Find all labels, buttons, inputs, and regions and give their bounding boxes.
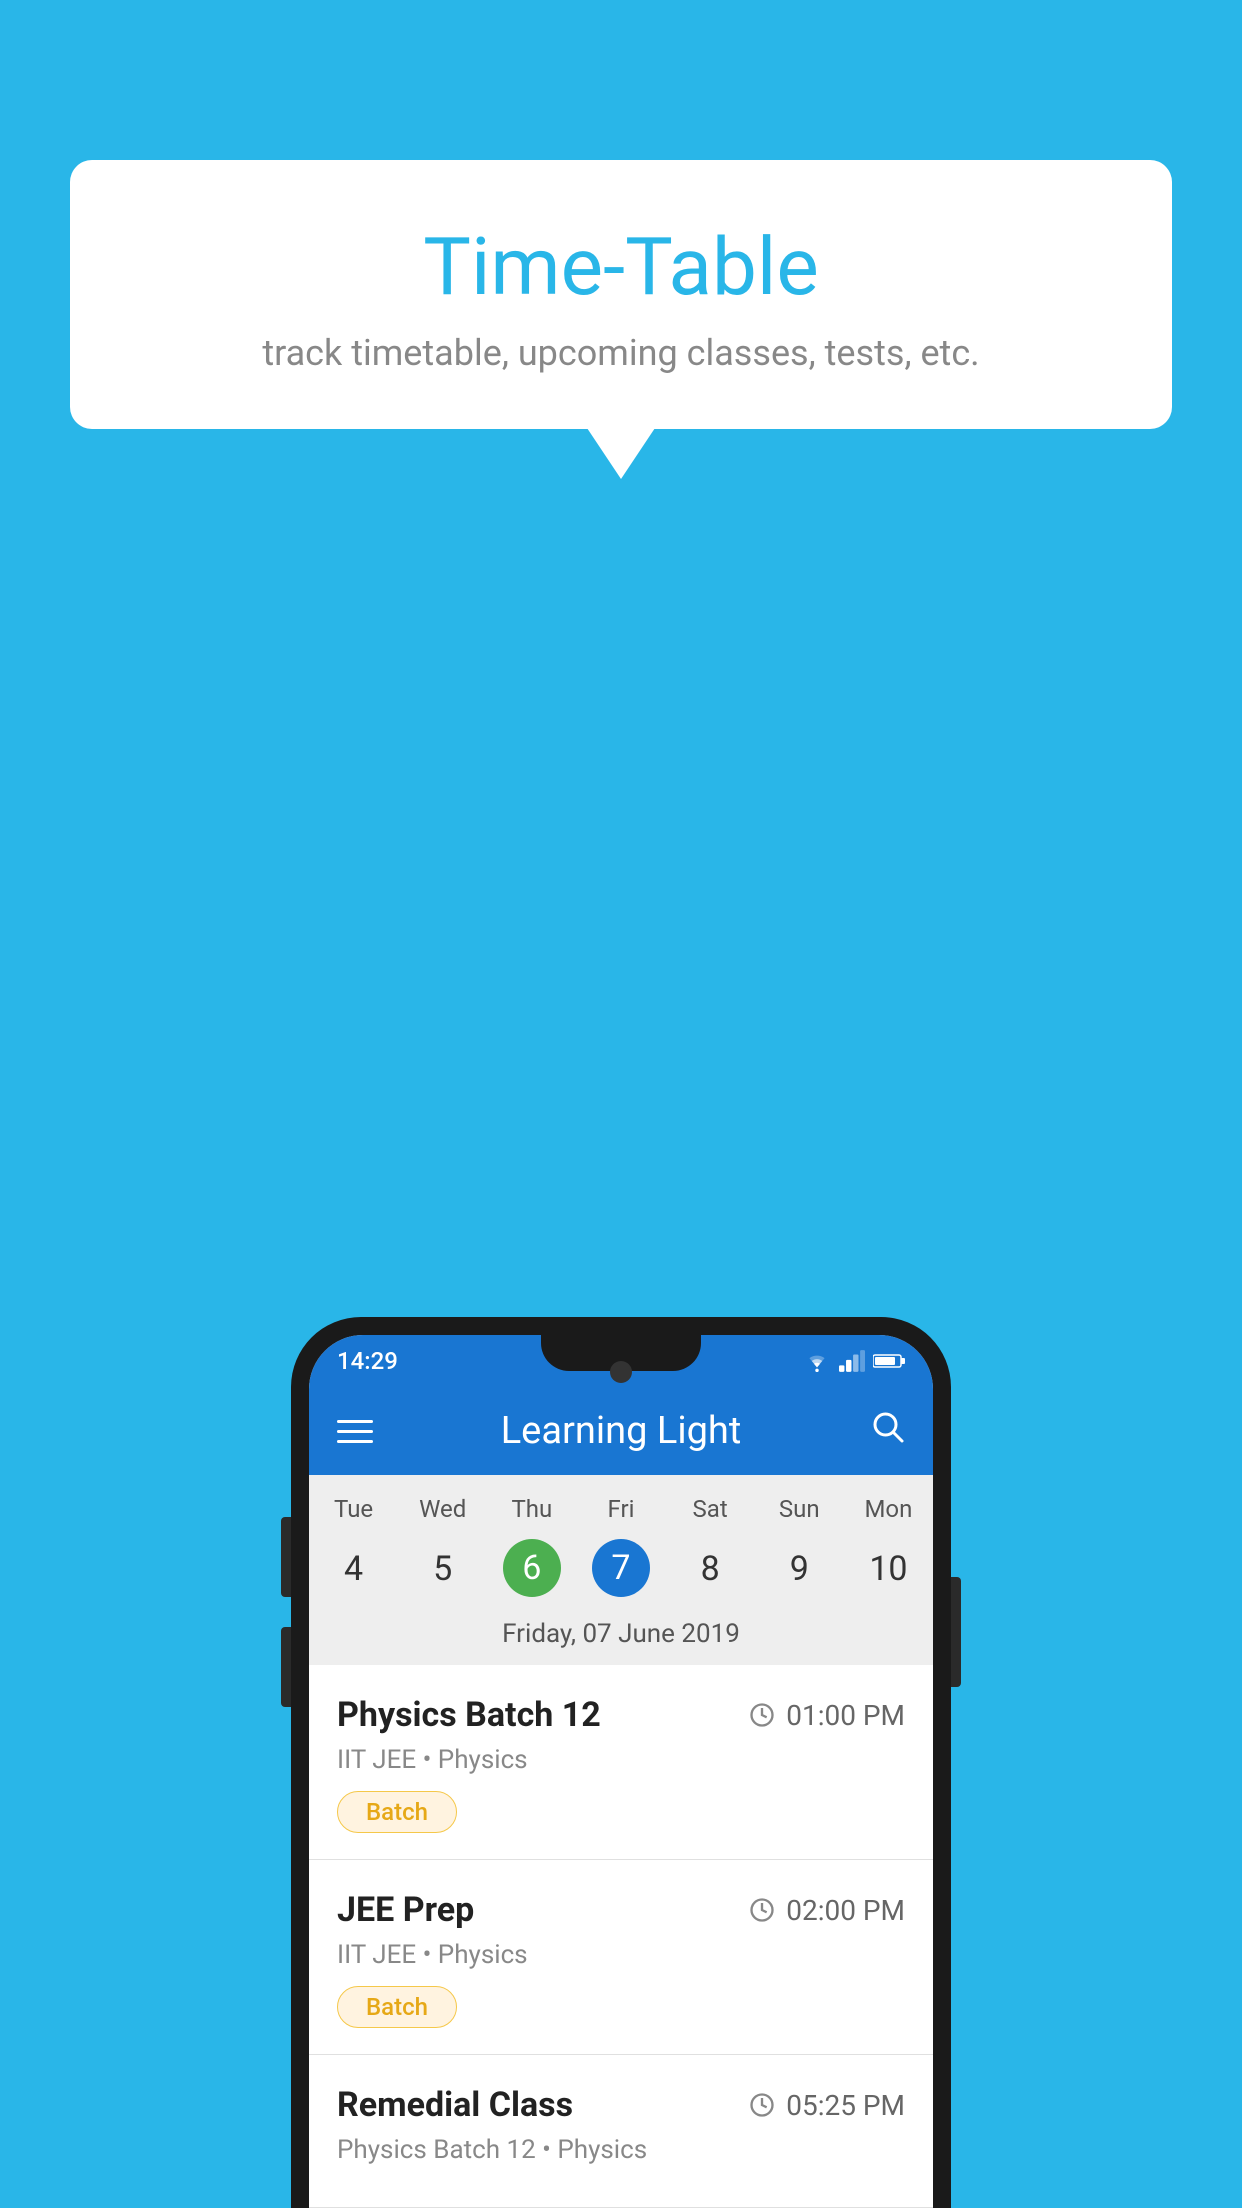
day-header-wed: Wed: [398, 1487, 487, 1531]
clock-icon-3: [748, 2091, 776, 2119]
clock-icon-1: [748, 1701, 776, 1729]
day-9[interactable]: 9: [755, 1539, 844, 1599]
schedule-item-2[interactable]: JEE Prep 02:00 PM IIT JEE • Physics Batc…: [309, 1860, 933, 2055]
day-4[interactable]: 4: [309, 1539, 398, 1599]
schedule-item-3-time: 05:25 PM: [748, 2089, 905, 2122]
battery-icon: [873, 1351, 905, 1371]
schedule-item-1-time-text: 01:00 PM: [786, 1699, 905, 1732]
schedule-item-3[interactable]: Remedial Class 05:25 PM Physics Batch 12…: [309, 2055, 933, 2208]
day-header-tue: Tue: [309, 1487, 398, 1531]
volume-up-button: [281, 1517, 291, 1597]
day-5[interactable]: 5: [398, 1539, 487, 1599]
schedule-item-1-badge: Batch: [337, 1791, 457, 1833]
day-6-today[interactable]: 6: [503, 1539, 561, 1597]
schedule-item-1-sub: IIT JEE • Physics: [337, 1745, 905, 1775]
phone-outer: 14:29: [291, 1317, 951, 2208]
schedule-item-1-time: 01:00 PM: [748, 1699, 905, 1732]
phone-screen: 14:29: [309, 1335, 933, 2208]
day-header-sun: Sun: [755, 1487, 844, 1531]
schedule-item-2-time-text: 02:00 PM: [786, 1894, 905, 1927]
menu-icon[interactable]: [337, 1420, 373, 1443]
day-headers: Tue Wed Thu Fri Sat Sun Mon: [309, 1487, 933, 1531]
wifi-icon: [803, 1350, 831, 1372]
app-title: Time-Table: [130, 220, 1112, 314]
day-numbers: 4 5 6 7 8 9 10: [309, 1539, 933, 1599]
calendar-week: Tue Wed Thu Fri Sat Sun Mon 4 5 6 7 8 9 …: [309, 1475, 933, 1665]
signal-icon: [839, 1350, 865, 1372]
phone-notch: [541, 1335, 701, 1371]
schedule-item-3-time-text: 05:25 PM: [786, 2089, 905, 2122]
day-7-selected[interactable]: 7: [592, 1539, 650, 1597]
schedule-item-2-title: JEE Prep: [337, 1890, 474, 1930]
schedule-item-1-header: Physics Batch 12 01:00 PM: [337, 1695, 905, 1735]
schedule-item-3-header: Remedial Class 05:25 PM: [337, 2085, 905, 2125]
schedule-item-1[interactable]: Physics Batch 12 01:00 PM IIT JEE • Phys…: [309, 1665, 933, 1860]
day-header-mon: Mon: [844, 1487, 933, 1531]
app-subtitle: track timetable, upcoming classes, tests…: [130, 332, 1112, 374]
day-header-thu: Thu: [487, 1487, 576, 1531]
schedule-list: Physics Batch 12 01:00 PM IIT JEE • Phys…: [309, 1665, 933, 2208]
status-time: 14:29: [337, 1347, 398, 1375]
speech-bubble-container: Time-Table track timetable, upcoming cla…: [70, 160, 1172, 429]
schedule-item-3-sub: Physics Batch 12 • Physics: [337, 2135, 905, 2165]
front-camera: [610, 1361, 632, 1383]
schedule-item-3-title: Remedial Class: [337, 2085, 573, 2125]
day-header-fri: Fri: [576, 1487, 665, 1531]
search-icon[interactable]: [869, 1408, 905, 1454]
speech-bubble: Time-Table track timetable, upcoming cla…: [70, 160, 1172, 429]
day-header-sat: Sat: [666, 1487, 755, 1531]
schedule-item-2-time: 02:00 PM: [748, 1894, 905, 1927]
calendar-date-label: Friday, 07 June 2019: [309, 1607, 933, 1665]
status-icons: [803, 1350, 905, 1372]
day-10[interactable]: 10: [844, 1539, 933, 1599]
schedule-item-2-sub: IIT JEE • Physics: [337, 1940, 905, 1970]
volume-down-button: [281, 1627, 291, 1707]
power-button: [951, 1577, 961, 1687]
day-8[interactable]: 8: [666, 1539, 755, 1599]
schedule-item-1-title: Physics Batch 12: [337, 1695, 601, 1735]
clock-icon-2: [748, 1896, 776, 1924]
schedule-item-2-header: JEE Prep 02:00 PM: [337, 1890, 905, 1930]
schedule-item-2-badge: Batch: [337, 1986, 457, 2028]
app-bar: Learning Light: [309, 1387, 933, 1475]
phone-mockup: 14:29: [291, 1317, 951, 2208]
app-bar-title: Learning Light: [501, 1409, 742, 1453]
